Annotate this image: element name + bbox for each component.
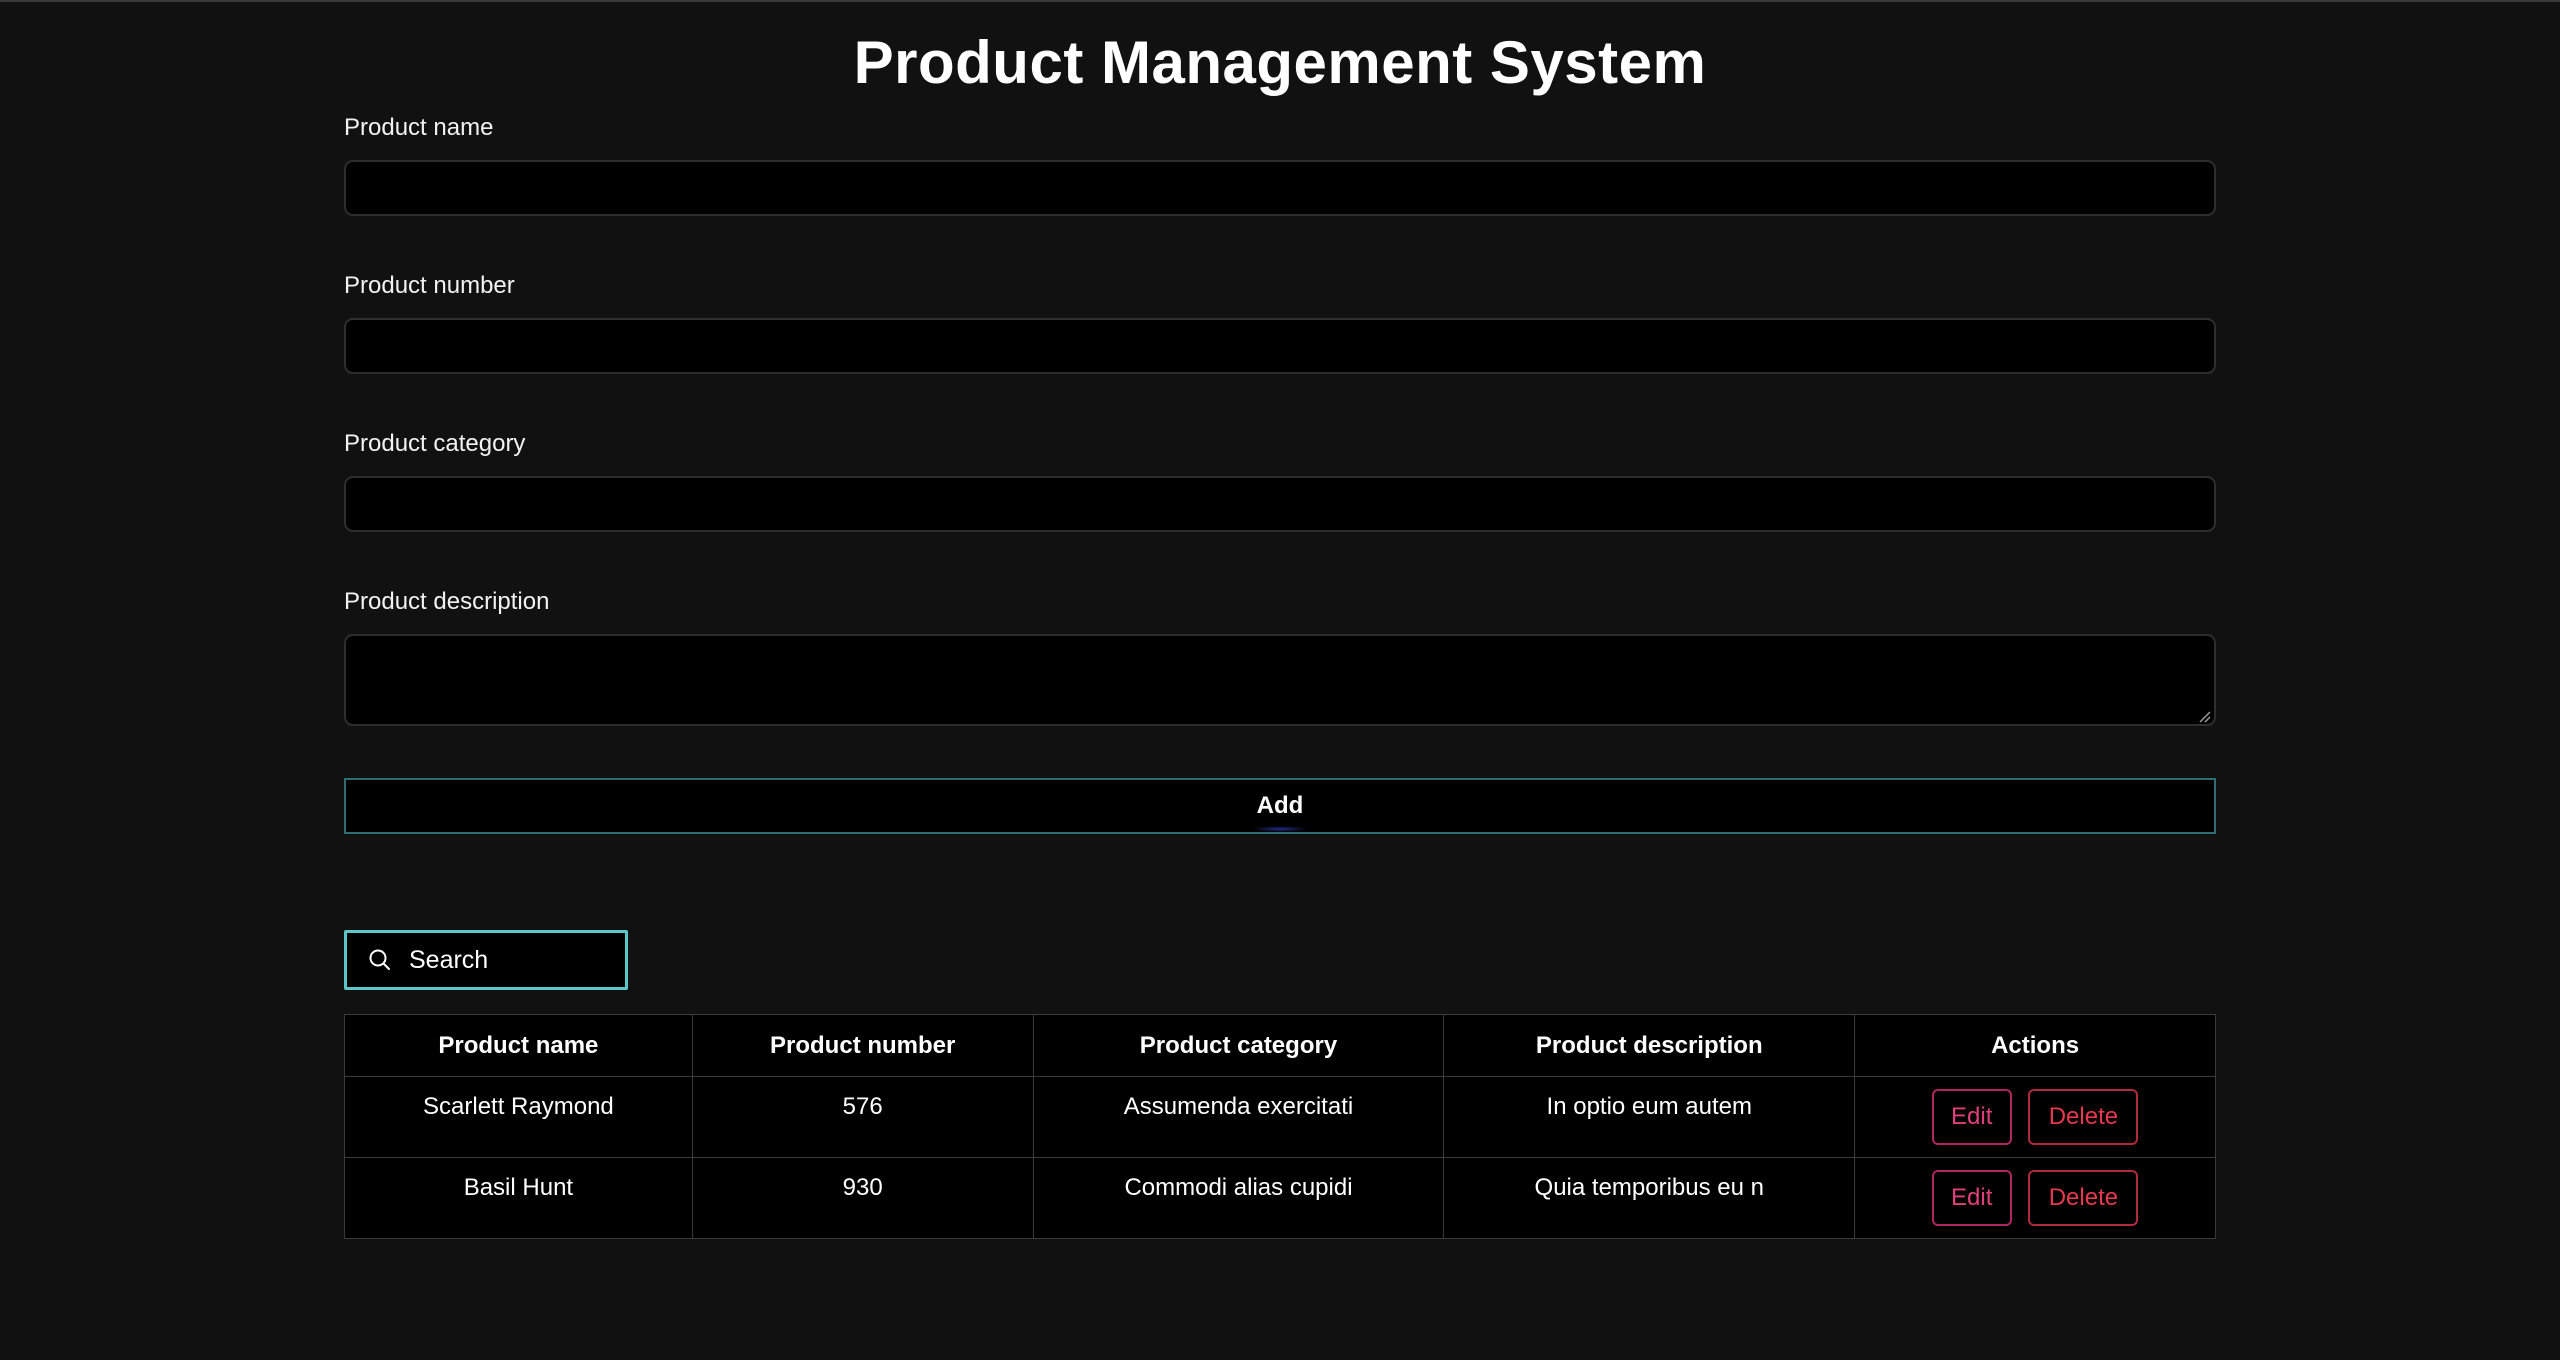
product-number-label: Product number bbox=[344, 272, 515, 299]
product-category-label: Product category bbox=[344, 430, 526, 457]
delete-button[interactable]: Delete bbox=[2028, 1089, 2139, 1145]
cell-product-name: Scarlett Raymond bbox=[344, 1076, 693, 1158]
column-header-actions: Actions bbox=[1854, 1014, 2216, 1077]
search-input[interactable] bbox=[409, 945, 609, 975]
delete-button[interactable]: Delete bbox=[2028, 1170, 2139, 1226]
page-title: Product Management System bbox=[853, 29, 1707, 96]
add-button-focus-glow bbox=[1252, 826, 1308, 832]
top-border bbox=[0, 0, 2560, 2]
product-number-input[interactable] bbox=[344, 318, 2216, 374]
product-description-label: Product description bbox=[344, 588, 550, 615]
cell-product-category: Commodi alias cupidi bbox=[1032, 1157, 1445, 1239]
cell-actions: Edit Delete bbox=[1854, 1076, 2216, 1158]
cell-product-number: 576 bbox=[691, 1076, 1034, 1158]
cell-actions: Edit Delete bbox=[1854, 1157, 2216, 1239]
search-icon bbox=[369, 949, 390, 970]
column-header-product-number: Product number bbox=[691, 1014, 1034, 1077]
cell-product-name: Basil Hunt bbox=[344, 1157, 693, 1239]
resize-handle-icon[interactable] bbox=[2196, 708, 2212, 724]
column-header-product-category: Product category bbox=[1032, 1014, 1445, 1077]
edit-button[interactable]: Edit bbox=[1931, 1170, 2012, 1226]
column-header-product-name: Product name bbox=[344, 1014, 693, 1077]
product-description-textarea[interactable] bbox=[344, 634, 2216, 726]
cell-product-category: Assumenda exercitati bbox=[1032, 1076, 1445, 1158]
table-row: Basil Hunt 930 Commodi alias cupidi Quia… bbox=[344, 1157, 2216, 1239]
product-name-input[interactable] bbox=[344, 160, 2216, 216]
table-row: Scarlett Raymond 576 Assumenda exercitat… bbox=[344, 1076, 2216, 1158]
products-table: Product name Product number Product cate… bbox=[344, 1014, 2216, 1239]
table-header-row: Product name Product number Product cate… bbox=[344, 1014, 2216, 1077]
search-box[interactable] bbox=[344, 930, 628, 990]
edit-button[interactable]: Edit bbox=[1931, 1089, 2012, 1145]
column-header-product-description: Product description bbox=[1443, 1014, 1856, 1077]
cell-product-description: In optio eum autem bbox=[1443, 1076, 1856, 1158]
product-category-input[interactable] bbox=[344, 476, 2216, 532]
product-name-label: Product name bbox=[344, 114, 494, 141]
cell-product-description: Quia temporibus eu n bbox=[1443, 1157, 1856, 1239]
cell-product-number: 930 bbox=[691, 1157, 1034, 1239]
